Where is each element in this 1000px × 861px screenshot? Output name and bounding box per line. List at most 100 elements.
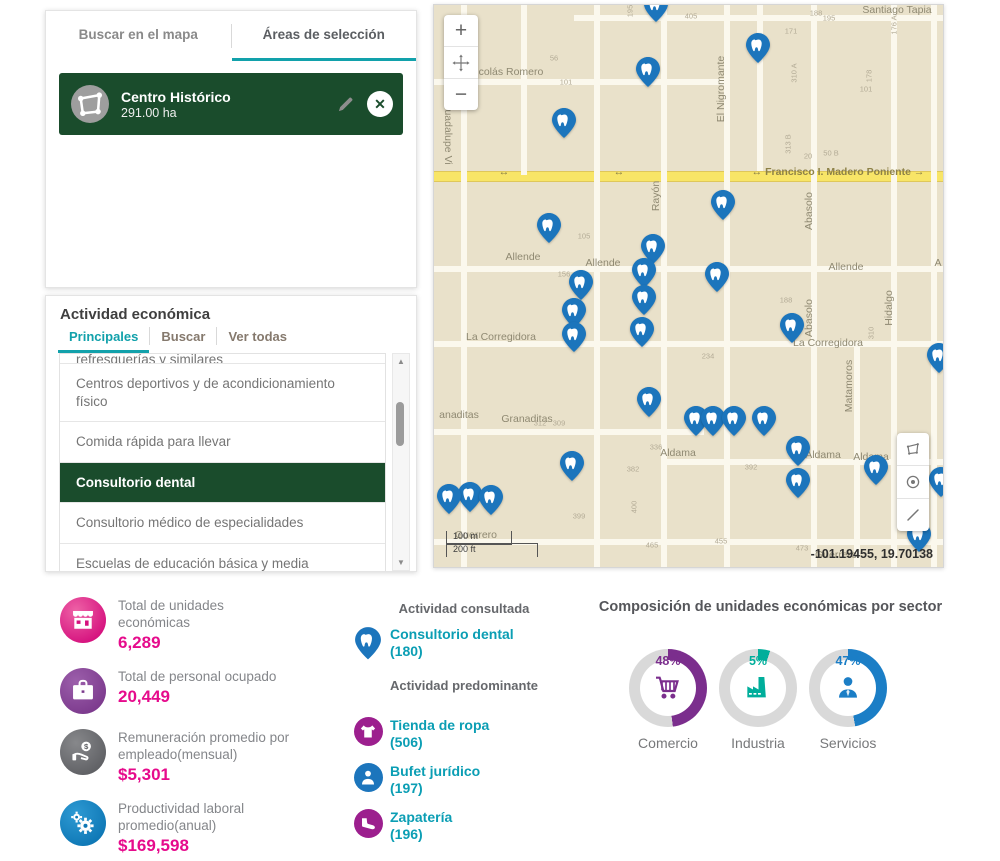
street-label: ↔: [614, 166, 625, 178]
dental-office-map-pin[interactable]: [785, 435, 811, 467]
scrollbar-thumb[interactable]: [396, 402, 404, 446]
scale-imperial: 200 ft: [446, 543, 538, 557]
scroll-up-icon[interactable]: ▲: [393, 357, 409, 366]
street-label: Allende: [505, 251, 540, 263]
dental-office-map-pin[interactable]: [926, 342, 944, 374]
remove-area-button[interactable]: ✕: [367, 91, 393, 117]
street: [521, 5, 527, 175]
dental-office-map-pin[interactable]: [635, 56, 661, 88]
donut-ring: 47%: [809, 649, 887, 727]
activity-count: (180): [390, 643, 514, 660]
sector-donut: 48% Comercio: [624, 649, 712, 751]
donut-percentage: 47%: [809, 654, 887, 668]
activity-count: (196): [390, 826, 452, 843]
pan-button[interactable]: [444, 47, 478, 79]
street: [811, 5, 817, 567]
street-label: El Nigromante: [715, 56, 727, 123]
house-number: 465: [646, 541, 659, 550]
dental-office-map-pin[interactable]: [559, 450, 585, 482]
stat-label: económicas: [118, 614, 224, 631]
stat-row: Total de personal ocupado20,449: [60, 668, 360, 714]
dental-office-map-pin[interactable]: [536, 212, 562, 244]
house-number: 195: [626, 5, 635, 18]
edit-pencil-icon[interactable]: [335, 93, 357, 115]
tab-ver-todas[interactable]: Ver todas: [217, 329, 298, 353]
tab-principales[interactable]: Principales: [58, 329, 149, 353]
street-label: Abasolo: [803, 192, 815, 230]
sector-donut: 5%Industria: [714, 649, 802, 751]
sector-composition-title: Composición de unidades económicas por s…: [598, 599, 943, 615]
dental-office-map-pin[interactable]: [629, 316, 655, 348]
map-canvas[interactable]: Santiago TapiaNicolás RomeroGuadalupe Vi…: [433, 4, 944, 568]
street-label: ↔ Francisco I. Madero Poniente →: [752, 166, 925, 178]
stat-label: Remuneración promedio por: [118, 729, 289, 746]
dental-office-map-pin[interactable]: [751, 405, 777, 437]
line-tool-icon[interactable]: [897, 499, 929, 531]
dental-office-map-pin[interactable]: [636, 386, 662, 418]
activity-list-item[interactable]: Escuelas de educación básica y media: [60, 544, 385, 572]
house-number: 392: [745, 463, 758, 472]
house-number: 195: [823, 14, 836, 23]
street: [661, 5, 667, 567]
stat-label: empleado(mensual): [118, 746, 289, 763]
house-number: 312: [534, 419, 547, 428]
house-number: 455: [715, 537, 728, 546]
activity-list-item[interactable]: Consultorio médico de especialidades: [60, 503, 385, 544]
dental-office-map-pin[interactable]: [779, 312, 805, 344]
map-search-tabs: Buscar en el mapa Áreas de selección: [46, 11, 416, 61]
activity-list-item[interactable]: Consultorio dental: [60, 463, 385, 504]
dental-office-map-pin[interactable]: [561, 321, 587, 353]
tab-buscar-en-el-mapa[interactable]: Buscar en el mapa: [46, 11, 231, 61]
activity-list-item[interactable]: Centros deportivos y de acondicionamient…: [60, 364, 385, 422]
activity-summary-column: Actividad consultada Consultorio dental(…: [352, 601, 576, 845]
house-number: 176 A: [890, 15, 899, 34]
tab-buscar[interactable]: Buscar: [150, 329, 216, 353]
dental-office-map-pin[interactable]: [710, 189, 736, 221]
sector-label: Comercio: [624, 735, 712, 751]
selected-area-card[interactable]: Centro Histórico 291.00 ha ✕: [59, 73, 403, 135]
dental-office-map-pin[interactable]: [928, 466, 944, 498]
dental-office-map-pin[interactable]: [631, 284, 657, 316]
sector-label: Servicios: [804, 735, 892, 751]
map-coordinates: -101.19455, 19.70138: [811, 547, 933, 561]
donut-ring: 48%: [629, 649, 707, 727]
activity-count: (506): [390, 734, 489, 751]
polygon-icon: [71, 85, 109, 123]
dental-office-map-pin[interactable]: [745, 32, 771, 64]
donut-percentage: 48%: [629, 654, 707, 668]
stat-value: $169,598: [118, 836, 244, 856]
dental-office-map-pin[interactable]: [436, 483, 462, 515]
donut-percentage: 5%: [719, 654, 797, 668]
dental-office-map-pin[interactable]: [863, 454, 889, 486]
scrollbar[interactable]: ▲ ▼: [392, 353, 410, 571]
house-number: 310: [867, 327, 876, 340]
activity-list-item[interactable]: Cafeterías, fuentes de sodas, neverías, …: [60, 354, 385, 364]
tab-areas-de-seleccion[interactable]: Áreas de selección: [232, 11, 417, 61]
shirt-icon: [352, 717, 384, 753]
target-tool-icon[interactable]: [897, 466, 929, 499]
svg-text:$: $: [84, 742, 89, 751]
dental-office-map-pin[interactable]: [704, 261, 730, 293]
street-label: ↔: [499, 166, 510, 178]
polygon-tool-icon[interactable]: [897, 433, 929, 466]
dental-office-map-pin[interactable]: [785, 467, 811, 499]
factory-icon: [719, 673, 797, 703]
zoom-out-button[interactable]: −: [444, 79, 478, 110]
stat-row: Productividad laboralpromedio(anual)$169…: [60, 800, 360, 856]
dental-office-map-pin[interactable]: [721, 405, 747, 437]
scroll-down-icon[interactable]: ▼: [393, 558, 409, 567]
street-label: Nicolás Romero: [469, 66, 544, 78]
tooth-pin-icon: [352, 626, 384, 662]
street-label: Santiago Tapia: [862, 4, 931, 16]
dental-office-map-pin[interactable]: [551, 107, 577, 139]
dental-office-map-pin[interactable]: [643, 4, 669, 23]
dental-office-map-pin[interactable]: [478, 484, 504, 516]
activity-list-item[interactable]: Comida rápida para llevar: [60, 422, 385, 463]
stat-value: 6,289: [118, 633, 224, 653]
economic-activity-panel: Actividad económica Principales Buscar V…: [45, 295, 417, 572]
shoe-icon: [352, 809, 384, 845]
house-number: 101: [860, 85, 873, 94]
cart-icon: [629, 673, 707, 703]
briefcase-icon: [60, 668, 106, 714]
zoom-in-button[interactable]: +: [444, 15, 478, 47]
